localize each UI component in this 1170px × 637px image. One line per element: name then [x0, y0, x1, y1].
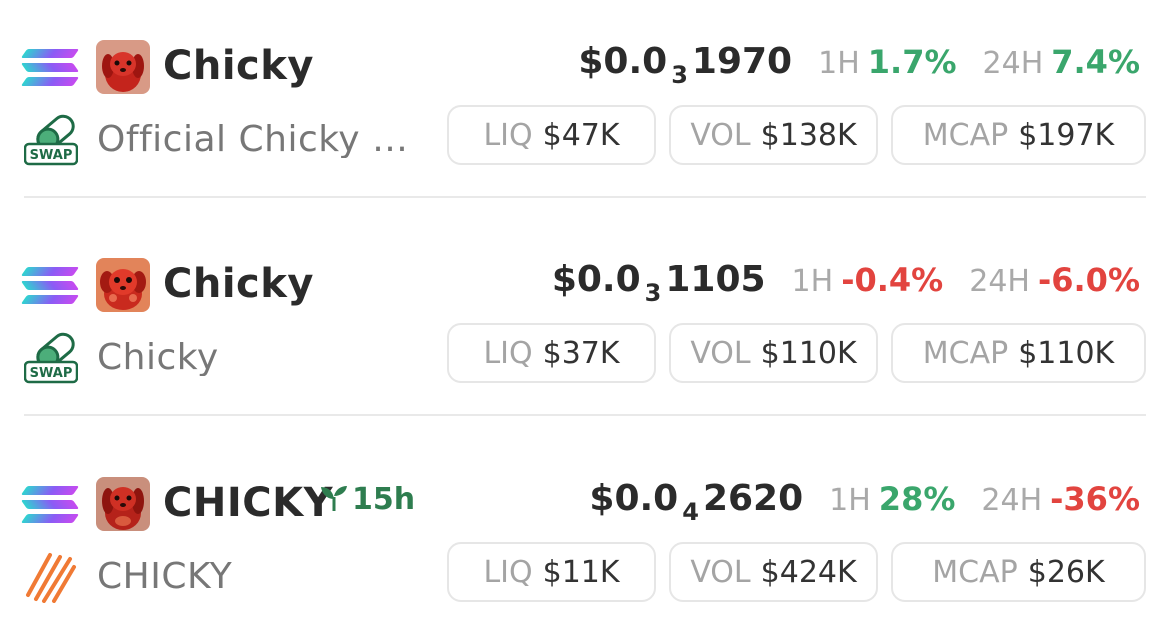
- token-avatar: [96, 258, 150, 312]
- change-24h-label: 24H: [981, 483, 1043, 518]
- pair-name: CHICKY: [97, 559, 233, 595]
- pair-name: Chicky: [97, 340, 219, 376]
- mcap-value: $197K: [1018, 117, 1115, 153]
- mcap-chip: MCAP $110K: [891, 323, 1146, 383]
- token-avatar: [96, 40, 150, 94]
- liq-label: LIQ: [483, 554, 533, 590]
- vol-value: $110K: [760, 335, 857, 371]
- token-row[interactable]: CHICKY 15h $0.0 4 2620 1H 28% 24H -36% CHI…: [0, 437, 1170, 637]
- liq-value: $47K: [542, 117, 620, 153]
- change-1h-label: 1H: [818, 46, 860, 81]
- token-row[interactable]: Chicky $0.0 3 1105 1H -0.4% 24H -6.0% SWAP…: [0, 218, 1170, 418]
- price: $0.0 4 2620: [589, 478, 804, 526]
- swap-pill-icon: SWAP: [24, 112, 78, 166]
- change-1h-value: -0.4%: [841, 261, 944, 299]
- price-line: $0.0 3 1970 1H 1.7% 24H 7.4%: [578, 41, 1140, 89]
- liquidity-chip: LIQ $37K: [447, 323, 656, 383]
- price: $0.0 3 1105: [551, 259, 766, 307]
- mcap-label: MCAP: [922, 117, 1009, 153]
- liq-value: $37K: [542, 335, 620, 371]
- svg-text:SWAP: SWAP: [30, 148, 73, 163]
- change-1h-value: 28%: [878, 480, 956, 518]
- row-divider: [24, 414, 1146, 416]
- vol-value: $138K: [760, 117, 857, 153]
- mcap-label: MCAP: [922, 335, 1009, 371]
- mcap-chip: MCAP $197K: [891, 105, 1146, 165]
- vol-label: VOL: [690, 335, 751, 371]
- vol-label: VOL: [690, 554, 751, 590]
- solana-icon: [20, 482, 80, 526]
- volume-chip: VOL $424K: [669, 542, 878, 602]
- vol-label: VOL: [690, 117, 751, 153]
- price-line: $0.0 4 2620 1H 28% 24H -36%: [589, 478, 1140, 526]
- price: $0.0 3 1970: [578, 41, 793, 89]
- mcap-label: MCAP: [932, 554, 1018, 590]
- change-1h-value: 1.7%: [867, 43, 957, 81]
- token-age: 15h: [320, 485, 415, 515]
- solana-icon: [20, 45, 80, 89]
- pair-name: Official Chicky C...: [97, 122, 432, 158]
- swap-pill-icon: SWAP: [24, 330, 78, 384]
- mcap-value: $26K: [1027, 554, 1105, 590]
- change-24h-value: 7.4%: [1051, 43, 1140, 81]
- row-divider: [24, 196, 1146, 198]
- change-24h-value: -36%: [1050, 480, 1140, 518]
- liq-value: $11K: [542, 554, 620, 590]
- sprout-icon: [321, 486, 347, 511]
- liquidity-chip: LIQ $11K: [447, 542, 656, 602]
- vol-value: $424K: [760, 554, 857, 590]
- liq-label: LIQ: [483, 117, 533, 153]
- change-1h-label: 1H: [829, 483, 871, 518]
- svg-text:SWAP: SWAP: [30, 366, 73, 381]
- token-row[interactable]: Chicky $0.0 3 1970 1H 1.7% 24H 7.4% SWAP O…: [0, 0, 1170, 200]
- mcap-chip: MCAP $26K: [891, 542, 1146, 602]
- token-name[interactable]: CHICKY: [163, 483, 333, 523]
- volume-chip: VOL $138K: [669, 105, 878, 165]
- change-24h-label: 24H: [982, 46, 1044, 81]
- volume-chip: VOL $110K: [669, 323, 878, 383]
- token-avatar: [96, 477, 150, 531]
- change-1h-label: 1H: [791, 264, 834, 299]
- solana-icon: [20, 263, 80, 307]
- liquidity-chip: LIQ $47K: [447, 105, 656, 165]
- token-name[interactable]: Chicky: [163, 264, 314, 304]
- token-name[interactable]: Chicky: [163, 46, 314, 86]
- change-24h-value: -6.0%: [1037, 261, 1140, 299]
- change-24h-label: 24H: [969, 264, 1030, 299]
- liq-label: LIQ: [483, 335, 533, 371]
- pumpfun-stripes-icon: [24, 549, 78, 603]
- price-line: $0.0 3 1105 1H -0.4% 24H -6.0%: [551, 259, 1140, 307]
- mcap-value: $110K: [1018, 335, 1115, 371]
